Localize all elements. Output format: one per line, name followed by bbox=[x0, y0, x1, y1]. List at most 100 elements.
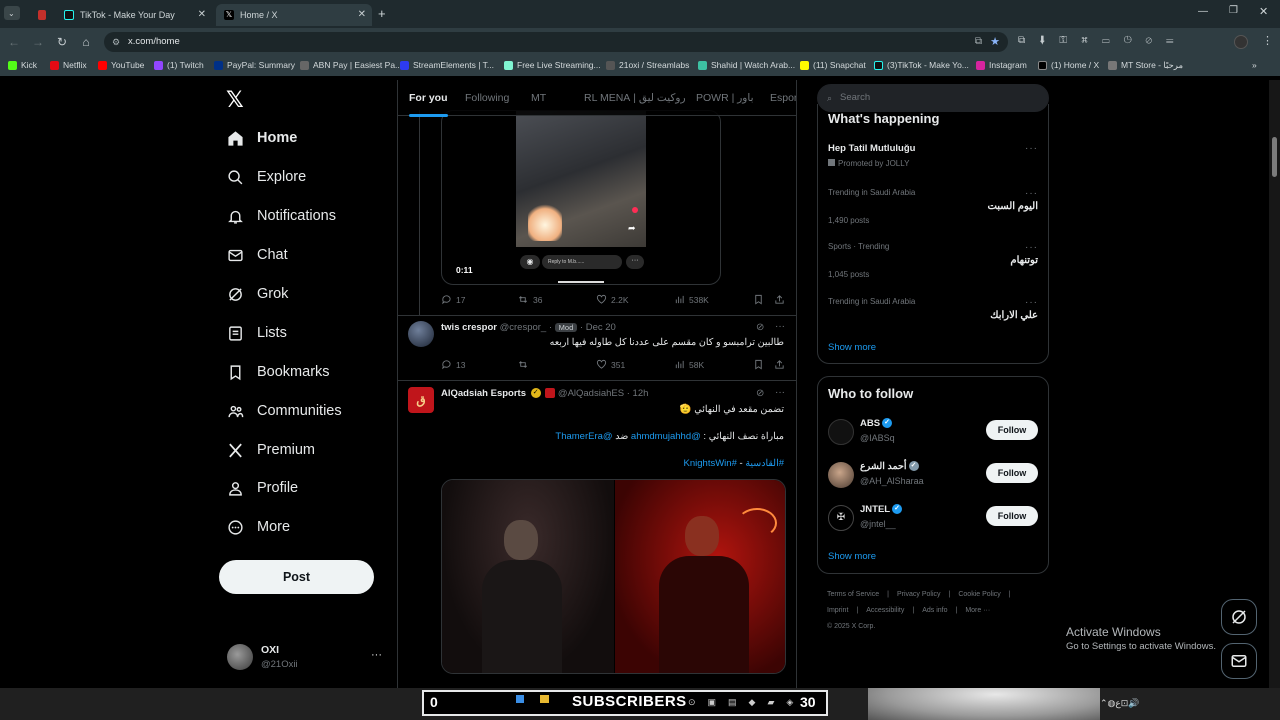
post-video-card[interactable]: ➦ ◉ Reply to M.b...... ··· 0:11 bbox=[441, 110, 721, 285]
like-button[interactable]: 2.2K bbox=[596, 294, 629, 305]
post-time[interactable]: 12h bbox=[633, 388, 649, 399]
sidebar-item-grok[interactable]: Grok bbox=[226, 285, 288, 303]
avatar[interactable]: ﻕ bbox=[408, 387, 434, 413]
follow-button[interactable]: Follow bbox=[986, 506, 1038, 526]
reload-button[interactable]: ↻ bbox=[54, 34, 70, 50]
bookmark-item[interactable]: 21oxi / Streamlabs bbox=[606, 60, 689, 70]
video-frame[interactable]: ➦ bbox=[516, 111, 646, 247]
camera-icon[interactable]: ◉ bbox=[520, 255, 540, 269]
more-icon[interactable]: ··· bbox=[775, 321, 785, 332]
bookmark-item[interactable]: (11) Snapchat bbox=[800, 60, 866, 70]
windows-start-icon[interactable] bbox=[516, 695, 524, 703]
promo-title[interactable]: Hep Tatil Mutluluğu bbox=[828, 143, 915, 154]
grok-float-button[interactable] bbox=[1221, 599, 1257, 635]
sidebar-item-communities[interactable]: Communities bbox=[226, 402, 342, 420]
sidebar-item-bookmarks[interactable]: Bookmarks bbox=[226, 363, 330, 381]
install-app-icon[interactable]: ⧉ bbox=[975, 32, 982, 52]
footer-link[interactable]: Accessibility bbox=[866, 607, 904, 614]
forward-button[interactable]: → bbox=[30, 34, 46, 50]
new-tab-button[interactable]: + bbox=[378, 6, 386, 21]
tab-following[interactable]: Following bbox=[465, 92, 509, 104]
close-icon[interactable]: ✕ bbox=[358, 9, 366, 20]
url-input[interactable]: ⚙ x.com/home ⧉ ★ bbox=[104, 32, 1008, 52]
bookmark-item[interactable]: Netflix bbox=[50, 60, 87, 70]
browser-menu-icon[interactable]: ⋮ bbox=[1262, 34, 1273, 47]
suggestion-name[interactable]: ABS ✓ bbox=[860, 418, 893, 429]
bookmark-button[interactable] bbox=[753, 294, 768, 305]
share-icon[interactable]: ➦ bbox=[628, 223, 636, 234]
more-icon[interactable]: ··· bbox=[1025, 188, 1038, 199]
media-image-right[interactable] bbox=[615, 480, 785, 673]
views-button[interactable]: 538K bbox=[674, 294, 709, 305]
post-button[interactable]: Post bbox=[219, 560, 374, 594]
tab-for-you[interactable]: For you bbox=[409, 92, 448, 117]
avatar[interactable] bbox=[828, 462, 854, 488]
footer-link[interactable]: Cookie Policy bbox=[958, 591, 1000, 598]
footer-link[interactable]: Ads info bbox=[922, 607, 947, 614]
trend-name[interactable]: توتنهام bbox=[1010, 255, 1038, 266]
restore-button[interactable]: ❐ bbox=[1229, 5, 1238, 16]
sidebar-item-premium[interactable]: Premium bbox=[226, 441, 315, 459]
bookmark-item[interactable]: StreamElements | T... bbox=[400, 60, 494, 70]
tab-pinned[interactable] bbox=[30, 4, 52, 26]
avatar[interactable] bbox=[828, 419, 854, 445]
sidebar-item-home[interactable]: Home bbox=[226, 129, 297, 147]
footer-link[interactable]: Privacy Policy bbox=[897, 591, 941, 598]
sidebar-item-notifications[interactable]: Notifications bbox=[226, 207, 336, 225]
bookmark-item[interactable]: (1) Twitch bbox=[154, 60, 204, 70]
bookmarks-overflow-icon[interactable]: » bbox=[1252, 60, 1257, 70]
reply-button[interactable]: 17 bbox=[441, 294, 465, 305]
search-input[interactable]: ⌕ Search bbox=[817, 84, 1049, 112]
bookmark-button[interactable] bbox=[753, 359, 768, 370]
bookmark-star-icon[interactable]: ★ bbox=[990, 32, 1000, 52]
repost-button[interactable]: 36 bbox=[517, 294, 542, 305]
bookmark-item[interactable]: YouTube bbox=[98, 60, 144, 70]
show-more-link[interactable]: Show more bbox=[828, 551, 876, 562]
mention-link[interactable]: @ahmdmujahhd bbox=[631, 431, 701, 442]
bookmark-item[interactable]: (1) Home / X bbox=[1038, 60, 1099, 70]
avatar[interactable]: ✠ bbox=[828, 505, 854, 531]
tab-esports[interactable]: Espor bbox=[770, 92, 796, 104]
profile-avatar[interactable] bbox=[1234, 35, 1248, 49]
avatar[interactable] bbox=[408, 321, 434, 347]
site-info-icon[interactable]: ⚙ bbox=[112, 32, 120, 52]
author-handle[interactable]: @crespor_ bbox=[500, 322, 547, 333]
sidebar-item-more[interactable]: More bbox=[226, 518, 290, 536]
sidebar-item-explore[interactable]: Explore bbox=[226, 168, 306, 186]
tab-rl-mena[interactable]: روكيت ليق | RL MENA bbox=[584, 92, 686, 104]
home-button[interactable]: ⌂ bbox=[78, 34, 94, 50]
views-button[interactable]: 58K bbox=[674, 359, 704, 370]
scrollbar-thumb[interactable] bbox=[1272, 137, 1277, 177]
mention-link[interactable]: @ThamerEra bbox=[555, 431, 612, 442]
author-name[interactable]: twis crespor bbox=[441, 322, 497, 333]
suggestion-name[interactable]: أحمد الشرع ✓ bbox=[860, 461, 919, 472]
account-more-icon[interactable]: ··· bbox=[371, 649, 382, 661]
follow-button[interactable]: Follow bbox=[986, 420, 1038, 440]
footer-link[interactable]: Imprint bbox=[827, 607, 848, 614]
account-switcher[interactable]: OXI @21Oxii ··· bbox=[227, 643, 387, 675]
more-icon[interactable]: ··· bbox=[775, 387, 785, 398]
suggestion-name[interactable]: JNTEL ✓ bbox=[860, 504, 903, 515]
window-close-button[interactable]: ✕ bbox=[1259, 5, 1268, 18]
reply-button[interactable]: 13 bbox=[441, 359, 465, 370]
more-icon[interactable]: ··· bbox=[1025, 242, 1038, 253]
hashtag-link[interactable]: #KnightsWin bbox=[684, 458, 737, 469]
trend-name[interactable]: علي الارابك bbox=[990, 310, 1038, 321]
sidebar-item-lists[interactable]: Lists bbox=[226, 324, 287, 342]
post-date[interactable]: Dec 20 bbox=[586, 322, 616, 333]
sidebar-item-profile[interactable]: Profile bbox=[226, 479, 298, 497]
bookmark-item[interactable]: Free Live Streaming... bbox=[504, 60, 601, 70]
minimize-button[interactable]: — bbox=[1198, 6, 1208, 17]
file-explorer-icon[interactable] bbox=[540, 695, 549, 703]
tab-list-button[interactable]: ⌄ bbox=[4, 6, 20, 20]
grok-icon[interactable]: ⊘ bbox=[756, 388, 764, 399]
tab-powr[interactable]: POWR | باور bbox=[696, 92, 754, 104]
footer-link[interactable]: Terms of Service bbox=[827, 591, 879, 598]
post-media[interactable] bbox=[441, 479, 786, 674]
tab-x-home[interactable]: 𝕏 Home / X ✕ bbox=[216, 4, 372, 26]
show-more-link[interactable]: Show more bbox=[828, 342, 876, 353]
back-button[interactable]: ← bbox=[6, 34, 22, 50]
grok-icon[interactable]: ⊘ bbox=[756, 322, 764, 333]
trend-name[interactable]: اليوم السبت bbox=[987, 201, 1038, 212]
x-logo-icon[interactable]: 𝕏 bbox=[226, 88, 244, 113]
